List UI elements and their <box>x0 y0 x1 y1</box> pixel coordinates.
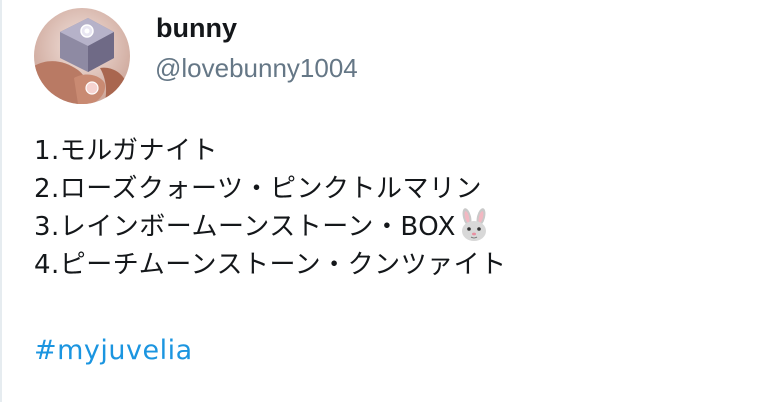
display-name[interactable]: bunny <box>156 11 237 45</box>
tweet-line-2-text: 2.ローズクォーツ・ピンクトルマリン <box>34 174 482 204</box>
tweet-line-2: 2.ローズクォーツ・ピンクトルマリン <box>34 170 734 208</box>
tweet-line-4-text: 4.ピーチムーンストーン・クンツァイト <box>34 250 507 280</box>
hashtag-line: #myjuvelia <box>34 332 734 370</box>
tweet-line-1: 1.モルガナイト <box>34 132 734 170</box>
avatar-photo <box>34 8 130 104</box>
rabbit-face-emoji-icon <box>457 208 491 242</box>
tweet-line-4: 4.ピーチムーンストーン・クンツァイト <box>34 246 734 284</box>
user-handle[interactable]: @lovebunny1004 <box>155 51 358 85</box>
avatar[interactable] <box>34 8 130 104</box>
tweet-line-1-text: 1.モルガナイト <box>34 136 219 166</box>
tweet-card: bunny @lovebunny1004 1.モルガナイト 2.ローズクォーツ・… <box>0 0 760 402</box>
tweet-line-3-text: 3.レインボームーンストーン・BOX <box>34 212 456 242</box>
tweet-text: 1.モルガナイト 2.ローズクォーツ・ピンクトルマリン 3.レインボームーンスト… <box>34 132 734 370</box>
card-border <box>0 0 2 402</box>
tweet-line-3: 3.レインボームーンストーン・BOX <box>34 208 734 246</box>
hashtag-link[interactable]: #myjuvelia <box>34 335 193 366</box>
